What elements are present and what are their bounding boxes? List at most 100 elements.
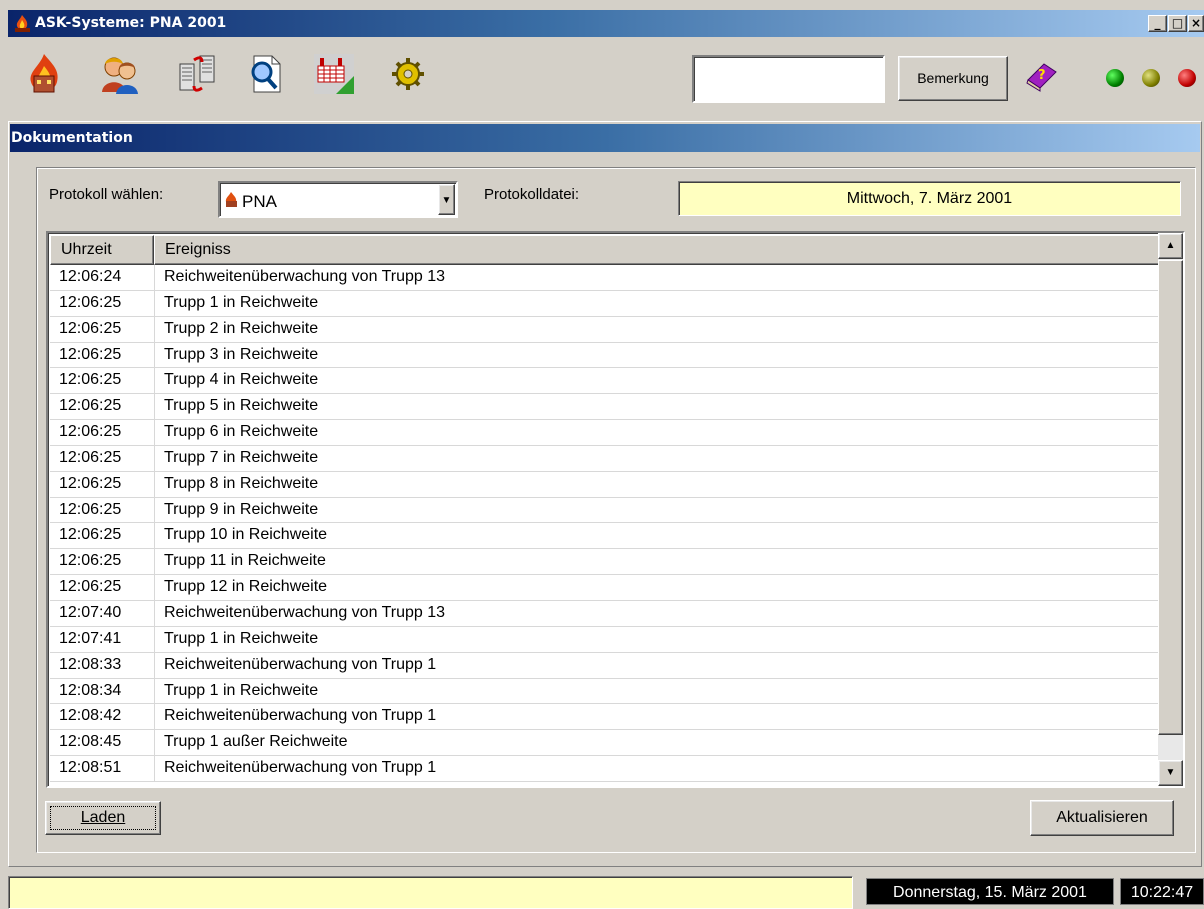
red-status-lamp [1178, 69, 1196, 87]
column-divider [154, 523, 155, 549]
load-button-label: Laden [80, 809, 126, 826]
protocol-select-label: Protokoll wählen: [49, 186, 164, 203]
column-divider [154, 368, 155, 394]
column-divider [154, 265, 155, 290]
cell-time: 12:06:25 [59, 448, 122, 466]
cell-event: Trupp 1 in Reichweite [164, 681, 319, 699]
transfer-icon[interactable] [176, 52, 220, 96]
building-map-icon[interactable] [312, 52, 356, 96]
fire-icon [225, 192, 237, 207]
table-row[interactable]: 12:06:24 Reichweitenüberwachung von Trupp… [50, 265, 1160, 291]
title-bar[interactable]: ASK-Systeme: PNA 2001 _ □ × [8, 10, 1204, 37]
svg-text:?: ? [1038, 68, 1046, 83]
column-divider [154, 652, 155, 678]
table-row[interactable]: 12:08:34 Trupp 1 in Reichweite [50, 678, 1160, 705]
column-divider [154, 600, 155, 626]
column-header-time[interactable]: Uhrzeit [50, 235, 154, 265]
column-divider [154, 290, 155, 316]
cell-time: 12:06:25 [59, 526, 122, 544]
column-divider [154, 678, 155, 704]
column-header-event[interactable]: Ereigniss [154, 235, 1160, 265]
cell-time: 12:06:25 [59, 474, 122, 492]
table-row[interactable]: 12:07:40 Reichweitenüberwachung von Trupp… [50, 600, 1160, 627]
column-divider [154, 342, 155, 368]
chevron-down-icon[interactable]: ▼ [438, 184, 455, 215]
refresh-button[interactable]: Aktualisieren [1030, 800, 1174, 836]
load-button[interactable]: Laden [45, 801, 161, 835]
column-divider [154, 549, 155, 575]
cell-time: 12:08:33 [59, 655, 122, 673]
column-divider [154, 471, 155, 497]
table-row[interactable]: 12:06:25 Trupp 12 in Reichweite [50, 575, 1160, 601]
status-date: Donnerstag, 15. März 2001 [866, 878, 1114, 905]
scroll-down-icon[interactable]: ▼ [1158, 760, 1183, 786]
cell-event: Trupp 1 in Reichweite [164, 293, 319, 311]
cell-time: 12:06:25 [59, 552, 122, 570]
cell-time: 12:06:25 [59, 345, 122, 363]
table-row[interactable]: 12:06:25 Trupp 8 in Reichweite [50, 471, 1160, 498]
column-divider [154, 756, 155, 781]
table-row[interactable]: 12:06:25 Trupp 5 in Reichweite [50, 394, 1160, 421]
cell-event: Trupp 1 außer Reichweite [164, 733, 348, 751]
cell-event: Reichweitenüberwachung von Trupp 1 [164, 655, 437, 673]
cell-time: 12:06:25 [59, 319, 122, 337]
cell-time: 12:06:25 [59, 293, 122, 311]
cell-time: 12:06:25 [59, 500, 122, 518]
close-button[interactable]: × [1188, 15, 1204, 32]
table-row[interactable]: 12:07:41 Trupp 1 in Reichweite [50, 626, 1160, 653]
cell-event: Trupp 10 in Reichweite [164, 526, 328, 544]
remark-button[interactable]: Bemerkung [898, 56, 1008, 101]
vertical-scrollbar[interactable]: ▲ ▼ [1158, 233, 1183, 786]
list-header: Uhrzeit Ereigniss [50, 235, 1160, 265]
minimize-button[interactable]: _ [1148, 15, 1167, 32]
table-row[interactable]: 12:08:45 Trupp 1 außer Reichweite [50, 730, 1160, 757]
table-row[interactable]: 12:08:42 Reichweitenüberwachung von Trupp… [50, 704, 1160, 731]
cell-time: 12:06:25 [59, 423, 122, 441]
window-title: ASK-Systeme: PNA 2001 [35, 15, 227, 31]
cell-event: Trupp 8 in Reichweite [164, 474, 319, 492]
column-divider [154, 316, 155, 342]
table-row[interactable]: 12:08:33 Reichweitenüberwachung von Trupp… [50, 652, 1160, 679]
help-book-icon[interactable]: ? [1024, 60, 1058, 92]
column-divider [154, 730, 155, 756]
table-row[interactable]: 12:08:51 Reichweitenüberwachung von Trupp… [50, 756, 1160, 782]
log-rows: 12:06:24 Reichweitenüberwachung von Trupp… [50, 265, 1160, 782]
fire-icon[interactable] [22, 52, 66, 96]
remark-input[interactable] [692, 55, 885, 103]
scroll-up-icon[interactable]: ▲ [1158, 233, 1183, 259]
table-row[interactable]: 12:06:25 Trupp 1 in Reichweite [50, 290, 1160, 317]
table-row[interactable]: 12:06:25 Trupp 9 in Reichweite [50, 497, 1160, 524]
table-row[interactable]: 12:06:25 Trupp 3 in Reichweite [50, 342, 1160, 369]
protocol-file-field: Mittwoch, 7. März 2001 [678, 181, 1181, 216]
cell-event: Trupp 7 in Reichweite [164, 448, 319, 466]
scroll-thumb[interactable] [1158, 260, 1183, 735]
column-divider [154, 420, 155, 445]
cell-event: Trupp 1 in Reichweite [164, 629, 319, 647]
table-row[interactable]: 12:06:25 Trupp 11 in Reichweite [50, 549, 1160, 576]
table-row[interactable]: 12:06:25 Trupp 10 in Reichweite [50, 523, 1160, 550]
people-icon[interactable] [98, 52, 142, 96]
table-row[interactable]: 12:06:25 Trupp 2 in Reichweite [50, 316, 1160, 343]
protocol-file-label: Protokolldatei: [484, 186, 580, 203]
cell-time: 12:07:40 [59, 603, 122, 621]
fire-app-icon [15, 15, 30, 32]
cell-time: 12:06:25 [59, 578, 122, 596]
status-time: 10:22:47 [1120, 878, 1204, 905]
gear-icon[interactable] [386, 52, 430, 96]
cell-time: 12:06:25 [59, 371, 122, 389]
cell-event: Trupp 2 in Reichweite [164, 319, 319, 337]
event-log-list[interactable]: Uhrzeit Ereigniss 12:06:24 Reichweitenübe… [46, 231, 1185, 788]
yellow-status-lamp [1142, 69, 1160, 87]
table-row[interactable]: 12:06:25 Trupp 7 in Reichweite [50, 445, 1160, 472]
column-divider [154, 704, 155, 730]
table-row[interactable]: 12:06:25 Trupp 4 in Reichweite [50, 368, 1160, 395]
cell-time: 12:08:45 [59, 733, 122, 751]
cell-event: Reichweitenüberwachung von Trupp 1 [164, 707, 437, 725]
maximize-button[interactable]: □ [1168, 15, 1187, 32]
table-row[interactable]: 12:06:25 Trupp 6 in Reichweite [50, 420, 1160, 446]
cell-time: 12:06:25 [59, 397, 122, 415]
cell-event: Trupp 12 in Reichweite [164, 578, 328, 596]
document-search-icon[interactable] [244, 52, 288, 96]
protocol-select[interactable]: PNA ▼ [218, 181, 458, 218]
protocol-select-value: PNA [242, 192, 277, 211]
